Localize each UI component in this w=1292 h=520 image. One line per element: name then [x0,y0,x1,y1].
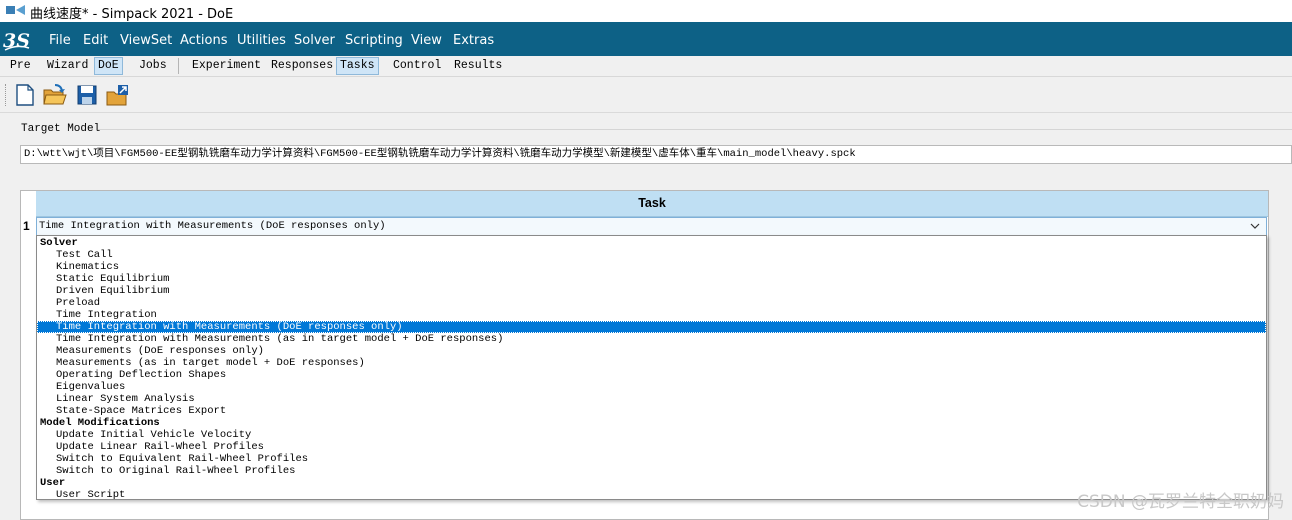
tab-experiment[interactable]: Experiment [189,58,264,74]
menu-bar: 3S File Edit ViewSet Actions Utilities S… [0,22,1292,56]
dropdown-group-header: Model Modifications [40,417,160,429]
dropdown-option[interactable]: Measurements (DoE responses only) [37,345,1266,357]
dropdown-option[interactable]: Preload [37,297,1266,309]
dropdown-option[interactable]: Linear System Analysis [37,393,1266,405]
menu-file[interactable]: File [49,33,71,48]
3ds-logo-icon: 3S [3,30,30,52]
row-number: 1 [23,219,30,233]
simpack-app-icon [6,5,25,15]
task-combobox[interactable]: Time Integration with Measurements (DoE … [36,217,1267,236]
chevron-down-icon[interactable] [1250,221,1260,231]
dropdown-option[interactable]: State-Space Matrices Export [37,405,1266,417]
task-dropdown-list: Solver Test Call Kinematics Static Equilibr… [36,235,1267,501]
dropdown-option[interactable]: Time Integration with Measurements (DoE … [37,321,1266,333]
tab-control[interactable]: Control [390,58,444,74]
group-divider [98,129,1292,130]
dropdown-group-header: Solver [40,237,78,249]
new-file-icon[interactable] [13,83,37,107]
dropdown-option[interactable]: Measurements (as in target model + DoE r… [37,357,1266,369]
dropdown-option[interactable]: Eigenvalues [37,381,1266,393]
tab-wizard[interactable]: Wizard [44,58,91,74]
export-icon[interactable] [106,83,130,107]
toolbar [0,78,1292,113]
toolbar-grip[interactable] [5,84,8,106]
target-model-label: Target Model [21,123,101,135]
menu-view[interactable]: View [411,33,442,48]
dropdown-option[interactable]: Static Equilibrium [37,273,1266,285]
tab-pre[interactable]: Pre [7,58,34,74]
tab-separator [178,58,179,74]
tab-results[interactable]: Results [451,58,505,74]
target-model-path-field[interactable]: D:\wtt\wjt\项目\FGM500-EE型钢轨铣磨车动力学计算资料\FGM… [20,145,1292,164]
watermark-text: CSDN @瓦罗兰特全职奶妈 [1077,492,1284,512]
menu-solver[interactable]: Solver [294,33,335,48]
tab-doe[interactable]: DoE [94,57,123,75]
task-combobox-value: Time Integration with Measurements (DoE … [39,220,386,232]
tab-tasks[interactable]: Tasks [336,57,379,75]
dropdown-option[interactable]: Update Linear Rail-Wheel Profiles [37,441,1266,453]
dropdown-option[interactable]: Update Initial Vehicle Velocity [37,429,1266,441]
tab-responses[interactable]: Responses [268,58,336,74]
dropdown-option[interactable]: Driven Equilibrium [37,285,1266,297]
dropdown-option[interactable]: Switch to Original Rail-Wheel Profiles [37,465,1266,477]
dropdown-option[interactable]: Time Integration [37,309,1266,321]
save-icon[interactable] [75,83,99,107]
menu-utilities[interactable]: Utilities [237,33,286,48]
dropdown-option[interactable]: Kinematics [37,261,1266,273]
dropdown-option[interactable]: Test Call [37,249,1266,261]
open-folder-icon[interactable] [43,83,67,107]
mode-tab-bar: Pre Wizard DoE Jobs Experiment Responses… [0,56,1292,77]
task-column-header[interactable]: Task [36,191,1268,217]
menu-edit[interactable]: Edit [83,33,108,48]
menu-viewset[interactable]: ViewSet [120,33,172,48]
dropdown-option[interactable]: Switch to Equivalent Rail-Wheel Profiles [37,453,1266,465]
tab-jobs[interactable]: Jobs [136,58,170,74]
menu-scripting[interactable]: Scripting [345,33,403,48]
menu-actions[interactable]: Actions [180,33,228,48]
title-bar: 曲线速度* - Simpack 2021 - DoE [0,0,1292,22]
menu-extras[interactable]: Extras [453,33,494,48]
dropdown-option[interactable]: Time Integration with Measurements (as i… [37,333,1266,345]
window-title: 曲线速度* - Simpack 2021 - DoE [30,7,234,22]
dropdown-option[interactable]: Operating Deflection Shapes [37,369,1266,381]
